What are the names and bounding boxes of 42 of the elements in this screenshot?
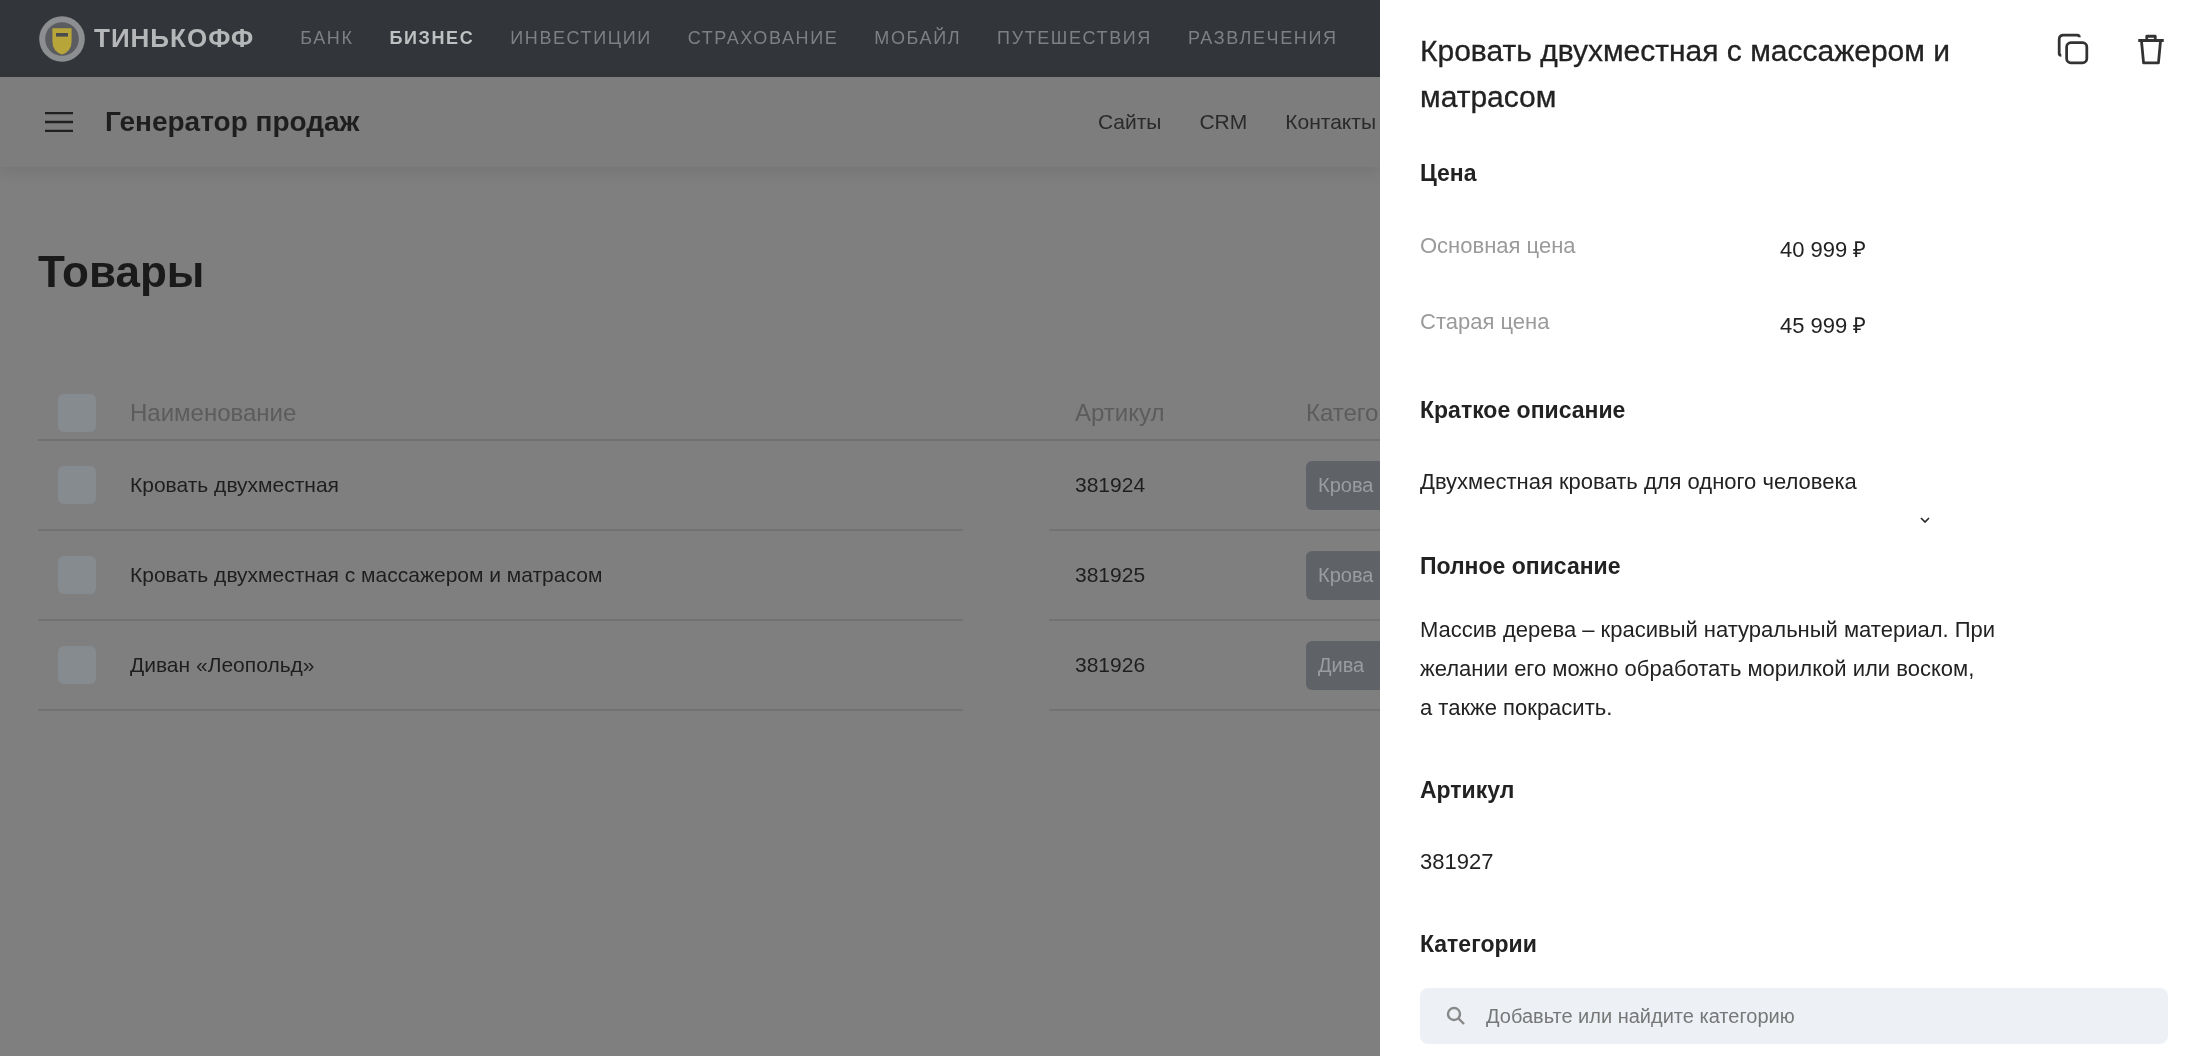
nav-link[interactable]: CRM xyxy=(1199,110,1248,134)
nav-link[interactable]: ПУТЕШЕСТВИЯ xyxy=(997,28,1152,49)
table-cell: Диван «Леопольд» xyxy=(130,653,315,677)
sku-value: 381927 xyxy=(1420,848,1495,876)
copy-icon[interactable] xyxy=(2056,32,2090,66)
menu-icon[interactable] xyxy=(45,112,73,132)
search-input[interactable]: Добавьте или найдите категорию xyxy=(1484,1003,2142,1029)
nav-link[interactable]: Контакты xyxy=(1285,110,1376,134)
full-description: Массив дерева – красивый натуральный материал. При желании его можно обработать морилкой или воском, а также покрасить. xyxy=(1420,616,1997,722)
section-heading: Полное описание xyxy=(1420,553,1622,580)
app-title: Генератор продаж xyxy=(105,106,360,138)
table-cell: 381926 xyxy=(1075,653,1146,677)
section-heading: Артикул xyxy=(1420,777,1516,804)
shield-logo-icon xyxy=(38,14,86,63)
nav-link[interactable]: ИНВЕСТИЦИИ xyxy=(510,28,652,49)
nav-link[interactable]: Сайты xyxy=(1097,110,1162,134)
section-heading: Цена xyxy=(1420,160,1478,187)
category-tag: Крова xyxy=(1306,460,1380,510)
field-value: 45 999 ₽ xyxy=(1780,312,1867,339)
section-heading: Краткое описание xyxy=(1420,397,1627,424)
table-cell: Кровать двухместная xyxy=(130,473,339,497)
search-field[interactable]: Добавьте или найдите категорию xyxy=(1420,988,2168,1044)
field-value: 40 999 ₽ xyxy=(1780,236,1867,263)
page-title: Товары xyxy=(38,247,206,297)
nav-link[interactable]: МОБАЙЛ xyxy=(874,28,962,49)
category-tag: Дива xyxy=(1306,640,1380,690)
nav-link[interactable]: СТРАХОВАНИЕ xyxy=(687,28,839,49)
nav-link[interactable]: БИЗНЕС xyxy=(389,28,475,49)
field-label: Старая цена xyxy=(1420,309,1551,336)
nav-link[interactable]: БАНК xyxy=(300,28,354,49)
table-cell: 381925 xyxy=(1075,563,1146,587)
field-label: Основная цена xyxy=(1420,233,1577,260)
panel-title: Кровать двухместная с массажером и матрасом xyxy=(1420,33,1951,115)
search-icon xyxy=(1446,1006,1466,1026)
logo-text[interactable]: ТИНЬКОФФ xyxy=(94,23,255,54)
section-heading: Категории xyxy=(1420,931,1538,958)
nav-link[interactable]: РАЗВЛЕЧЕНИЯ xyxy=(1187,28,1338,49)
chevron-down-icon[interactable] xyxy=(1920,517,1930,523)
table-cell: 381924 xyxy=(1075,473,1146,497)
table-cell: Кровать двухместная с массажером и матрасом xyxy=(130,563,603,587)
category-tag: Крова xyxy=(1306,550,1380,600)
short-description: Двухместная кровать для одного человека xyxy=(1420,468,1858,496)
